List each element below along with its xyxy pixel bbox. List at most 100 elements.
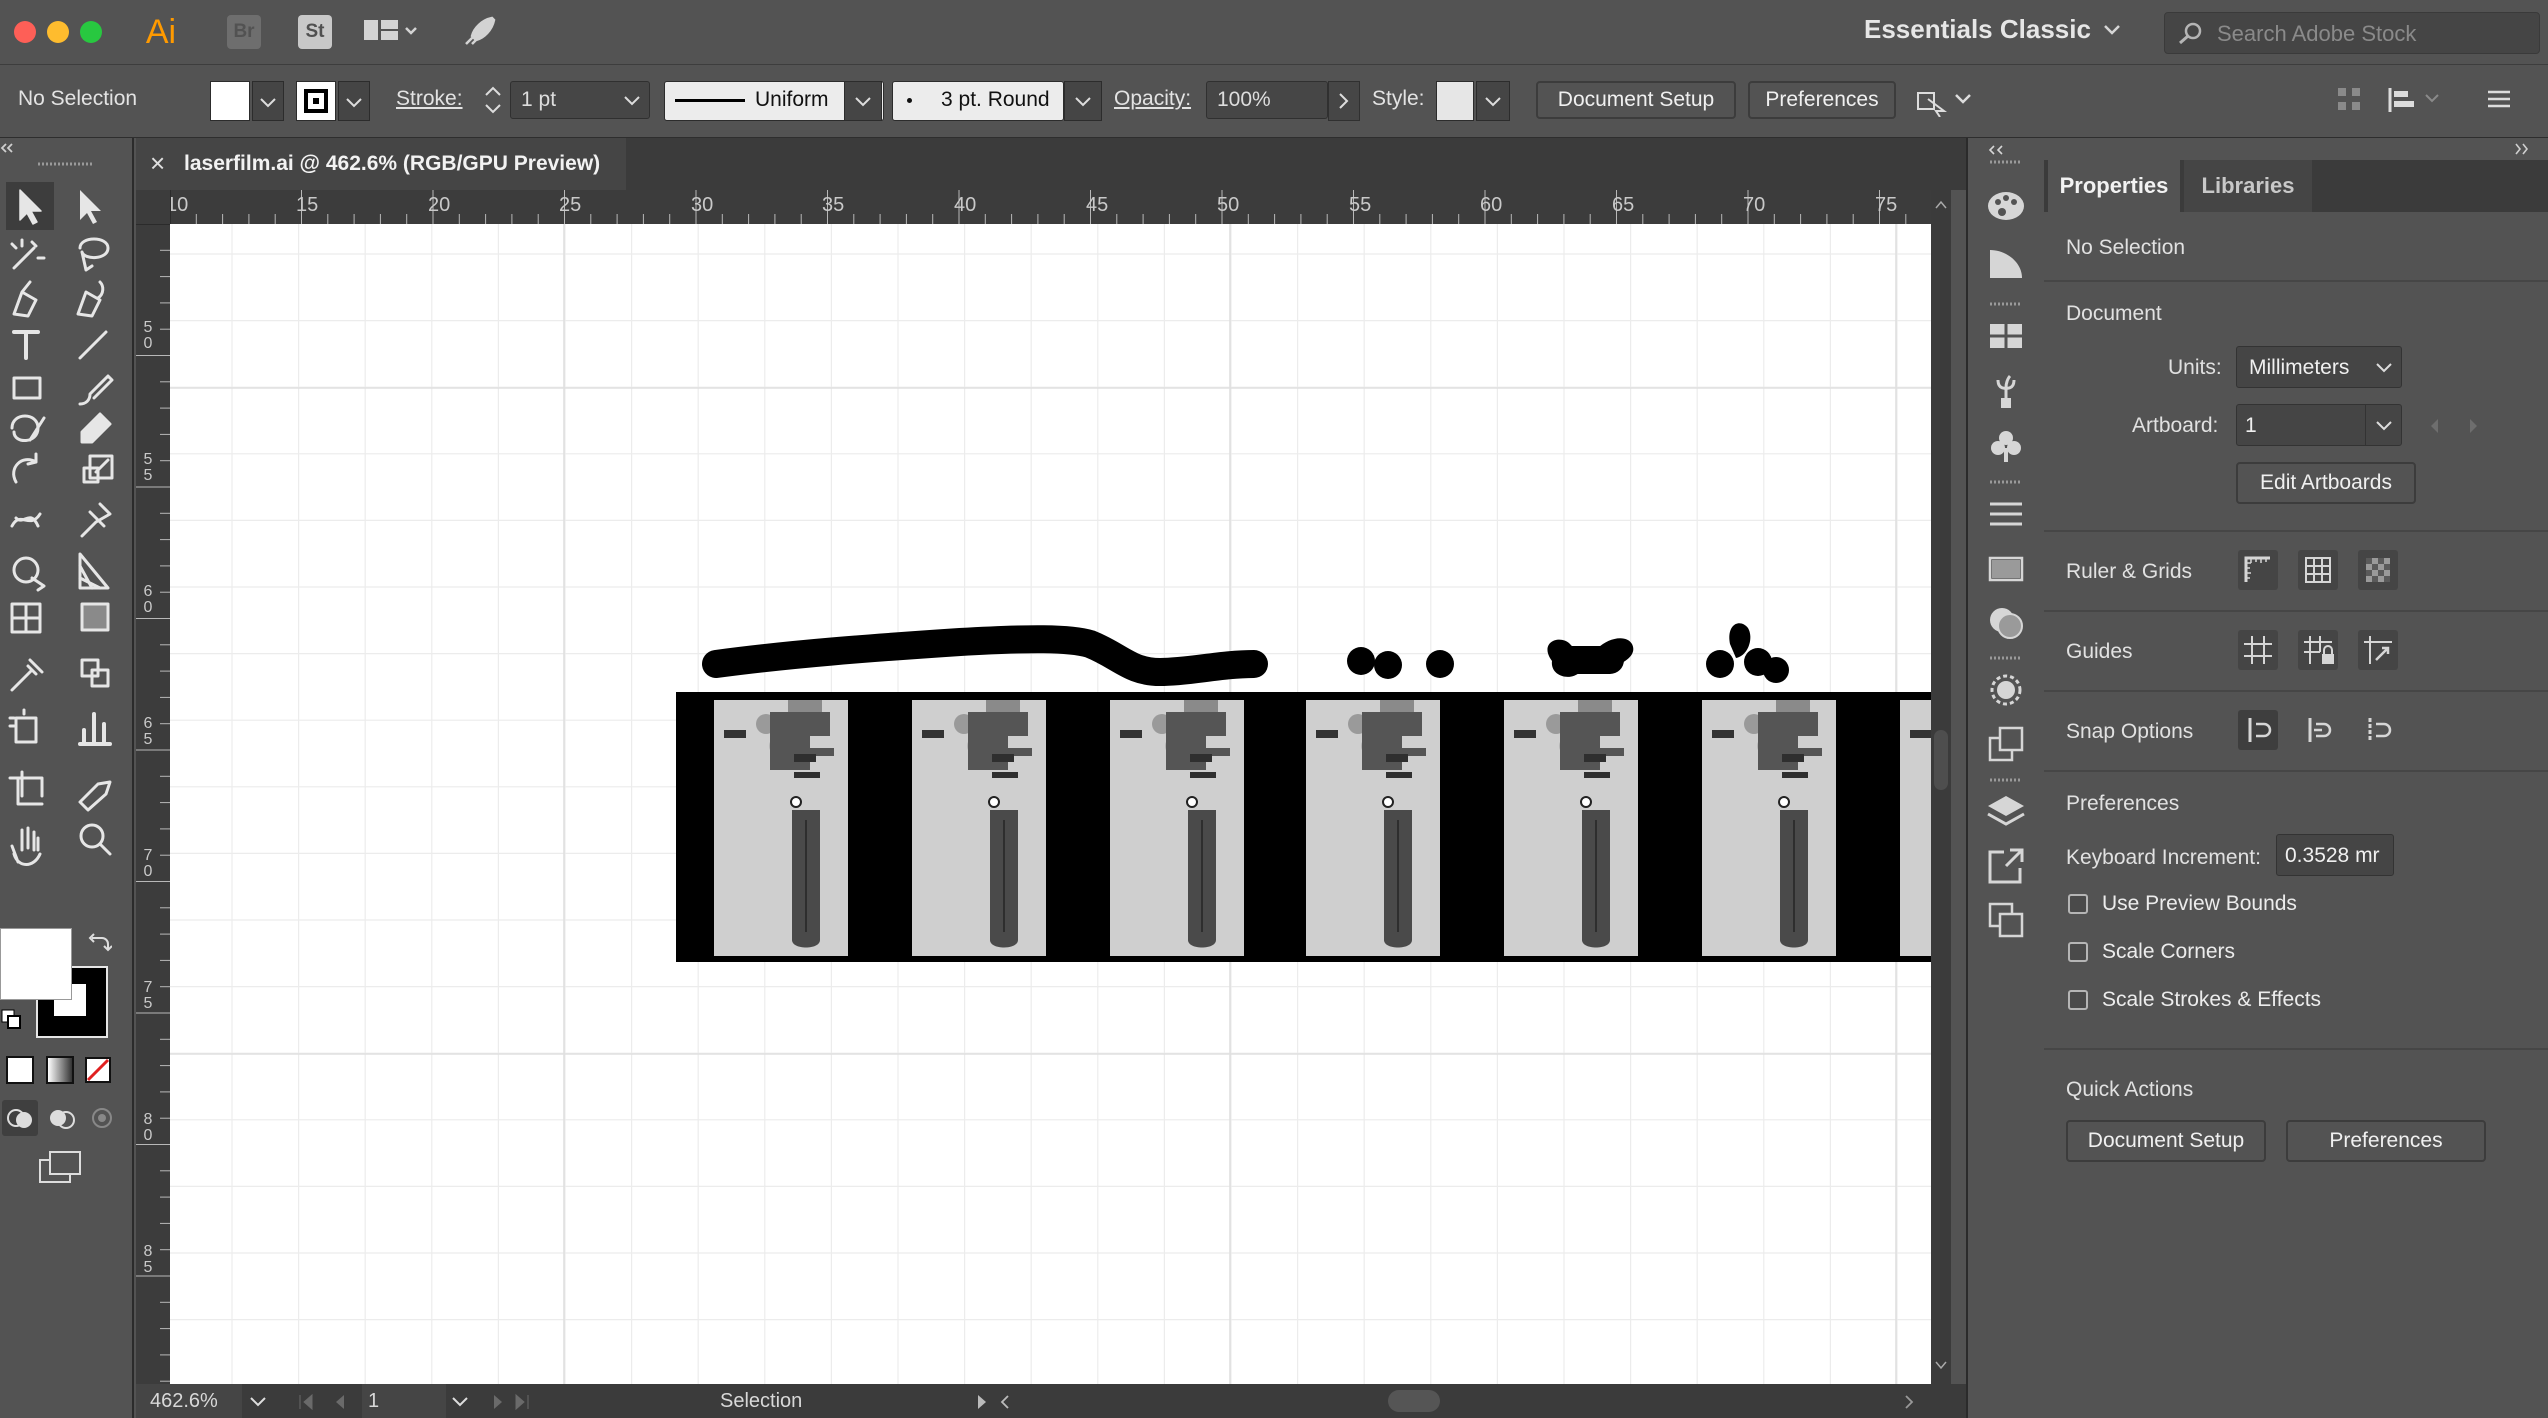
workspace-chevron-down-icon[interactable] [2102, 22, 2122, 38]
brushes-icon[interactable] [1984, 370, 2028, 410]
ruler-label: 15 [296, 194, 319, 216]
artboard-dropdown-icon[interactable] [448, 1392, 472, 1412]
zoom-field[interactable]: 462.6% [136, 1384, 242, 1418]
artboard-number: 1 [368, 1390, 380, 1412]
snap-to-point-icon[interactable] [2238, 710, 2278, 750]
artboard-number-field[interactable]: 1 [362, 1384, 446, 1418]
ruler-label: 80 [143, 1111, 153, 1144]
transparency-icon[interactable] [1984, 602, 2028, 642]
artboards-panel-icon[interactable] [1984, 900, 2028, 940]
units-dropdown[interactable]: Millimeters [2236, 346, 2402, 388]
stroke-panel-icon[interactable] [1984, 494, 2028, 534]
default-fill-stroke-icon[interactable] [0, 1008, 24, 1032]
artboard-dropdown[interactable]: 1 [2236, 404, 2402, 446]
horizontal-scroll-thumb[interactable] [1388, 1390, 1440, 1412]
show-grid-icon[interactable] [2298, 550, 2338, 590]
gpu-performance-rocket-icon[interactable] [462, 14, 498, 50]
scroll-right-icon[interactable] [1900, 1392, 1920, 1412]
opacity-chevron-right-icon[interactable] [1328, 81, 1360, 121]
draw-inside-icon[interactable] [84, 1100, 120, 1136]
artboard-next-icons[interactable] [486, 1392, 546, 1412]
align-left-icon[interactable] [2386, 85, 2446, 115]
transparency-grid-icon[interactable] [2358, 550, 2398, 590]
swap-fill-stroke-icon[interactable] [88, 930, 112, 954]
color-palette-icon[interactable] [1984, 186, 2028, 226]
stroke-swatch[interactable] [296, 81, 336, 121]
appearance-icon[interactable] [1984, 670, 2028, 710]
screen-mode-icon[interactable] [36, 1148, 84, 1188]
search-input[interactable] [2215, 19, 2529, 49]
style-dropdown[interactable] [1476, 81, 1510, 121]
draw-normal-icon[interactable] [2, 1100, 38, 1136]
close-window-button[interactable] [14, 21, 36, 43]
swatches-icon[interactable] [1984, 316, 2028, 356]
divider [2044, 610, 2548, 612]
snap-to-pixel-icon[interactable] [2298, 710, 2338, 750]
select-similar-objects-icon[interactable] [1914, 85, 1974, 117]
status-menu-icon[interactable] [972, 1392, 1016, 1412]
workspace-switcher[interactable]: Essentials Classic [1864, 14, 2091, 45]
opacity-field[interactable]: 100% [1206, 81, 1328, 119]
stroke-weight-field[interactable]: 1 pt [510, 81, 650, 119]
close-tab-icon[interactable]: × [150, 148, 165, 179]
brush-definition[interactable]: 3 pt. Round [892, 81, 1064, 121]
ruler-origin[interactable] [136, 190, 171, 225]
minimize-window-button[interactable] [47, 21, 69, 43]
lock-guides-icon[interactable] [2298, 630, 2338, 670]
control-bar-menu-icon[interactable] [2484, 87, 2514, 113]
graphic-style-swatch[interactable] [1436, 81, 1474, 121]
vertical-ruler[interactable]: 50 55 60 65 70 75 80 85 [136, 224, 171, 1384]
stock-app-icon[interactable]: St [298, 15, 332, 49]
draw-behind-icon[interactable] [44, 1100, 80, 1136]
preferences-button[interactable]: Preferences [1748, 81, 1896, 119]
use-preview-bounds-checkbox[interactable] [2068, 894, 2088, 914]
color-guide-icon[interactable] [1984, 242, 2028, 282]
document-tab[interactable]: × laserfilm.ai @ 462.6% (RGB/GPU Preview… [136, 138, 626, 190]
scale-corners-checkbox[interactable] [2068, 942, 2088, 962]
opacity-label[interactable]: Opacity: [1114, 87, 1191, 111]
document-setup-button[interactable]: Document Setup [1536, 81, 1736, 119]
scale-strokes-effects-checkbox[interactable] [2068, 990, 2088, 1010]
artboard-nav-icons[interactable] [2426, 414, 2482, 438]
tab-properties[interactable]: Properties [2048, 160, 2180, 212]
current-tool-status[interactable]: Selection [720, 1390, 802, 1413]
stroke-color-dropdown[interactable] [338, 81, 370, 121]
brush-dropdown[interactable] [1064, 81, 1102, 121]
quick-preferences-button[interactable]: Preferences [2286, 1120, 2486, 1162]
film-frame [1702, 700, 1836, 956]
gradient-mode-icon[interactable] [46, 1056, 74, 1084]
quick-document-setup-button[interactable]: Document Setup [2066, 1120, 2266, 1162]
gradient-panel-icon[interactable] [1984, 548, 2028, 588]
snap-to-glyph-icon[interactable] [2358, 710, 2398, 750]
fill-swatch[interactable] [210, 81, 250, 121]
collapse-panel-icon[interactable] [0, 138, 132, 168]
stroke-weight-stepper[interactable] [478, 81, 508, 119]
zoom-dropdown-icon[interactable] [246, 1392, 270, 1412]
stroke-label[interactable]: Stroke: [396, 87, 463, 111]
symbols-icon[interactable] [1984, 426, 2028, 466]
profile-dropdown[interactable] [844, 81, 882, 121]
collapse-dock-icon[interactable] [2510, 140, 2540, 160]
edit-artboards-button[interactable]: Edit Artboards [2236, 462, 2416, 504]
zoom-window-button[interactable] [80, 21, 102, 43]
smart-guides-icon[interactable] [2358, 630, 2398, 670]
show-rulers-icon[interactable] [2238, 550, 2278, 590]
adobe-stock-search[interactable] [2164, 12, 2540, 54]
none-mode-icon[interactable] [84, 1056, 112, 1084]
layers-icon[interactable] [1984, 792, 2028, 832]
bridge-app-icon[interactable]: Br [227, 15, 261, 49]
horizontal-ruler[interactable]: 10 15 20 25 30 35 40 45 50 55 60 65 70 7… [136, 190, 1931, 225]
artboard-canvas[interactable] [170, 224, 1931, 1384]
toolbar-fill-swatch[interactable] [0, 928, 72, 1000]
asset-export-icon[interactable] [1984, 846, 2028, 886]
color-mode-icon[interactable] [6, 1056, 34, 1084]
fill-dropdown[interactable] [252, 81, 284, 121]
align-to-selection-icon[interactable] [2336, 85, 2366, 115]
arrange-documents-icon[interactable] [362, 18, 418, 46]
keyboard-increment-field[interactable]: 0.3528 mr [2276, 834, 2394, 876]
show-guides-icon[interactable] [2238, 630, 2278, 670]
tab-libraries[interactable]: Libraries [2184, 160, 2312, 212]
ruler-label: 85 [143, 1243, 153, 1276]
vertical-scrollbar[interactable] [1931, 190, 1951, 1384]
graphic-styles-icon[interactable] [1984, 724, 2028, 764]
